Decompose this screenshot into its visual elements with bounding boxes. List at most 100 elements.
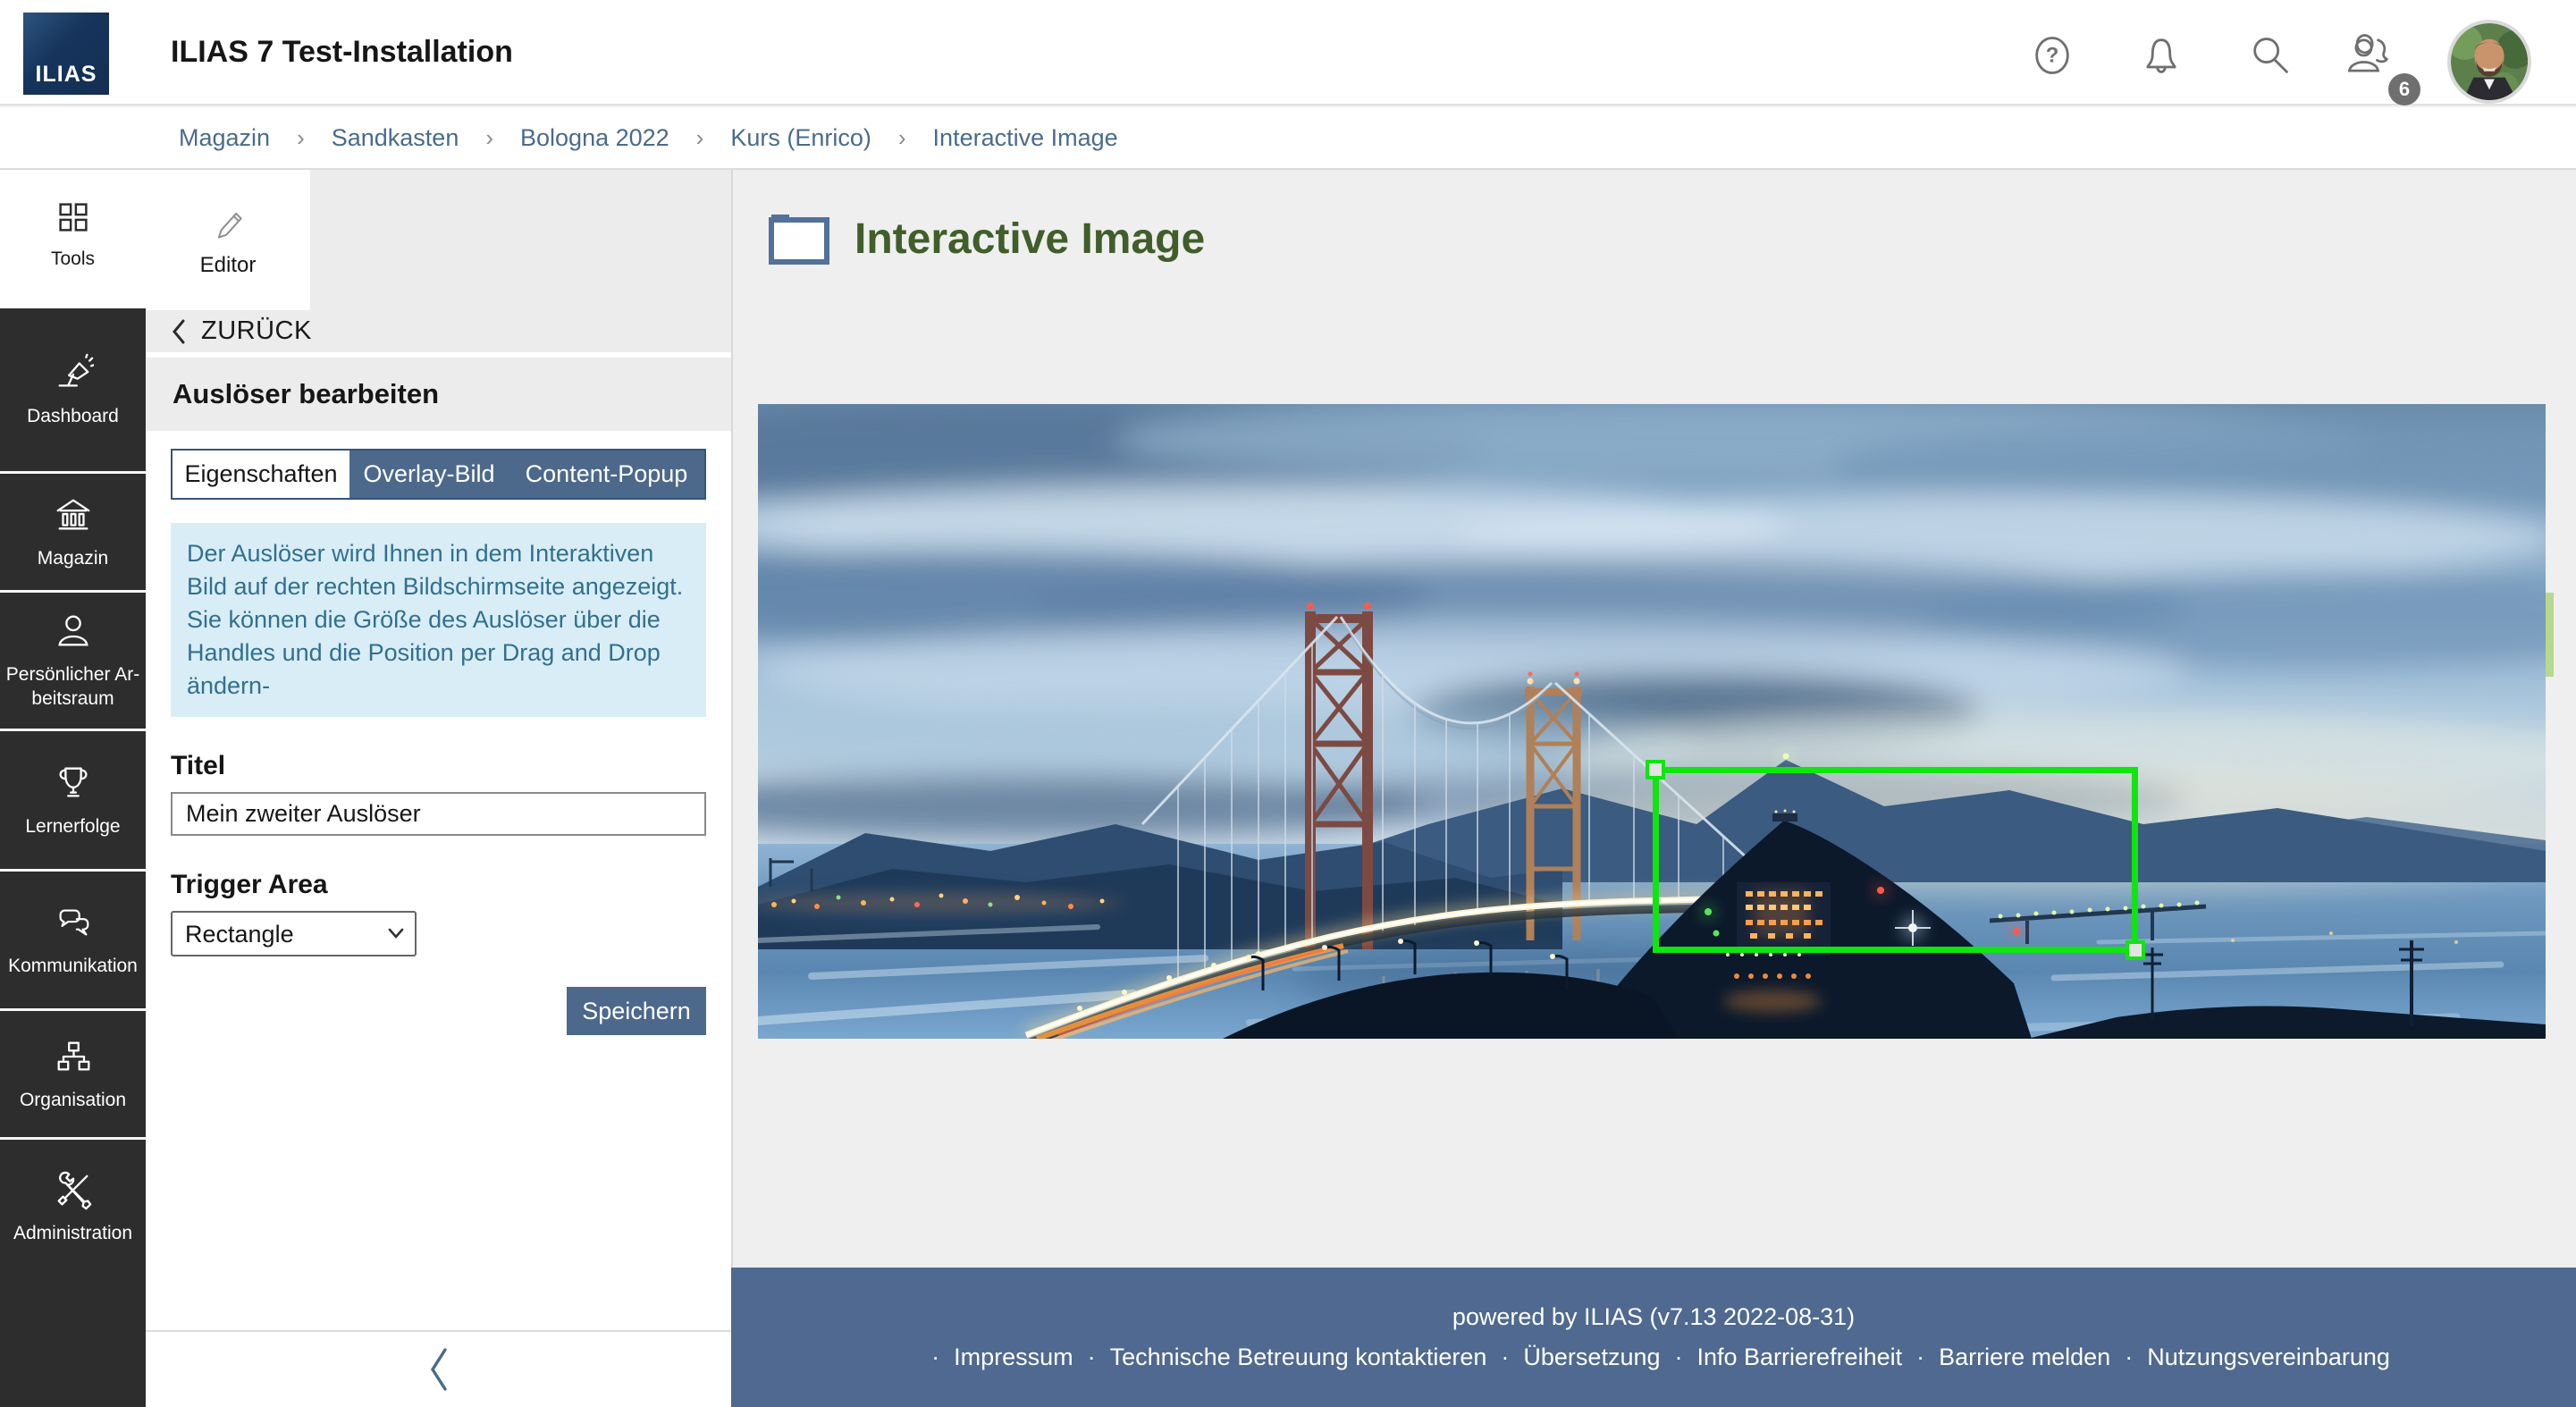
editor-tool-tab[interactable]: Editor [146,170,310,310]
footer-separator: · [1916,1344,1925,1370]
footer-link-nutzungsvereinbarung[interactable]: Nutzungsvereinbarung [2147,1344,2390,1371]
breadcrumb-item-kurs[interactable]: Kurs (Enrico) [730,124,871,152]
sidebar-item-communication[interactable]: Kommunikation [0,872,146,1011]
breadcrumb-item-bologna[interactable]: Bologna 2022 [520,124,669,152]
sidebar-stack: Dashboard Magazin Persönlicher Ar- beits… [0,308,146,1407]
editor-panel: Editor ZURÜCK Auslöser bearbeiten Eigens… [146,170,731,1407]
org-chart-icon [53,1036,94,1077]
sidebar-item-tools[interactable]: Tools [0,170,146,298]
panel-heading: Auslöser bearbeiten [173,378,440,409]
footer-separator: · [1087,1344,1096,1370]
online-users-icon[interactable] [2344,32,2397,79]
sidebar-item-label: Kommunikation [8,956,138,976]
main-sidebar: Tools Dashboard Magazin Persönlicher Ar-… [0,170,146,1407]
save-button[interactable]: Speichern [567,987,706,1035]
powered-by-text: powered by ILIAS (v7.13 2022-08-31) [1452,1303,1856,1330]
back-label: ZURÜCK [201,316,312,345]
speech-bubbles-icon [53,902,94,943]
save-row: Speichern [171,987,706,1035]
sidebar-item-label: Organisation [19,1090,127,1110]
offscreen-trigger-edge-handle[interactable] [2546,593,2554,677]
sidebar-item-achievements[interactable]: Lernerfolge [0,731,146,872]
breadcrumb-item-magazin[interactable]: Magazin [179,124,270,152]
sidebar-item-magazin[interactable]: Magazin [0,474,146,593]
breadcrumb: Magazin › Sandkasten › Bologna 2022 › Ku… [0,107,2576,170]
footer-separator: · [1674,1344,1683,1370]
tab-content-popup[interactable]: Content-Popup [509,451,704,498]
online-count-badge: 6 [2388,73,2420,105]
collapse-chevron-icon [430,1348,447,1391]
back-button[interactable]: ZURÜCK [146,310,731,352]
sidebar-item-label: Dashboard [27,405,119,426]
svg-text:?: ? [2046,44,2059,68]
page-title: Interactive Image [854,215,1206,263]
breadcrumb-item-sandkasten[interactable]: Sandkasten [332,124,459,152]
footer-link-barrierefreiheit[interactable]: Info Barrierefreiheit [1697,1344,1903,1371]
title-input[interactable] [171,792,706,836]
info-line: Der Auslöser wird Ihnen in dem Interakti… [187,540,684,600]
trigger-form: Eigenschaften Overlay-Bild Content-Popup… [171,431,706,1035]
trophy-icon [53,762,94,804]
bank-icon [53,494,94,535]
sidebar-item-workspace[interactable]: Persönlicher Ar- beitsraum [0,593,146,731]
page-title-row: Interactive Image [769,213,1205,265]
sidebar-item-label: Lernerfolge [25,815,121,837]
resize-handle-bottom-right[interactable] [2126,940,2145,960]
panel-heading-band: Auslöser bearbeiten [146,358,731,431]
breadcrumb-separator: › [297,123,305,151]
bridge-photo [758,404,2546,1039]
ilias-app: ILIAS ILIAS 7 Test-Installation ? 6 Maga… [0,0,2576,1407]
footer-link-barriere-melden[interactable]: Barriere melden [1939,1344,2110,1371]
main-content: Interactive Image [731,170,2576,1268]
footer-links: · Impressum · Technische Betreuung konta… [917,1344,2390,1371]
panel-divider [146,1330,731,1332]
tab-overlay-bild[interactable]: Overlay-Bild [349,451,509,498]
help-icon[interactable]: ? [2029,32,2075,79]
user-avatar[interactable] [2447,20,2531,104]
info-line: Sie können die Größe des Auslöser über d… [187,606,661,699]
collapse-panel-button[interactable] [146,1341,731,1398]
pencil-icon [217,212,242,239]
sidebar-item-organisation[interactable]: Organisation [0,1011,146,1140]
footer-link-uebersetzung[interactable]: Übersetzung [1523,1344,1660,1371]
crossed-tools-icon [53,1169,94,1210]
page-footer: powered by ILIAS (v7.13 2022-08-31) · Im… [731,1268,2576,1407]
sidebar-item-label: Magazin [37,547,109,569]
title-field-label: Titel [171,751,226,780]
sidebar-item-label: Persönlicher Ar- beitsraum [5,664,140,709]
folder-icon [769,213,829,265]
top-header: ILIAS ILIAS 7 Test-Installation ? 6 [0,0,2576,105]
notifications-bell-icon[interactable] [2138,32,2185,79]
person-icon [53,611,94,652]
ilias-logo[interactable]: ILIAS [23,13,109,95]
sidebar-item-label: Administration [13,1222,133,1243]
footer-link-betreuung[interactable]: Technische Betreuung kontaktieren [1110,1344,1487,1371]
trigger-area-select-wrap: Rectangle [171,911,417,956]
footer-separator: · [1501,1344,1510,1370]
breadcrumb-separator: › [897,123,906,151]
breadcrumb-separator: › [485,123,494,151]
tab-eigenschaften[interactable]: Eigenschaften [173,451,349,498]
sidebar-item-dashboard[interactable]: Dashboard [0,308,146,474]
footer-link-impressum[interactable]: Impressum [954,1344,1073,1371]
trigger-area-label: Trigger Area [171,870,328,899]
chevron-left-icon [173,319,185,343]
tab-bar: Eigenschaften Overlay-Bild Content-Popup [171,449,706,500]
trigger-area-rectangle[interactable] [1646,760,2145,960]
sidebar-item-label: Tools [50,249,96,269]
interactive-image-stage[interactable] [758,404,2546,1039]
editor-tool-label: Editor [199,252,257,277]
desk-lamp-icon [53,352,94,393]
grid-icon [53,197,94,238]
logo-text: ILIAS [35,62,97,87]
info-message: Der Auslöser wird Ihnen in dem Interakti… [171,523,706,717]
breadcrumb-separator: › [695,123,704,151]
resize-handle-top-left[interactable] [1646,760,1665,779]
footer-separator: · [2125,1344,2134,1370]
installation-title: ILIAS 7 Test-Installation [171,34,513,69]
search-icon[interactable] [2247,32,2294,79]
trigger-area-select[interactable]: Rectangle [171,911,417,956]
footer-separator: · [931,1344,940,1370]
breadcrumb-item-current[interactable]: Interactive Image [933,124,1118,152]
sidebar-item-administration[interactable]: Administration [0,1140,146,1274]
